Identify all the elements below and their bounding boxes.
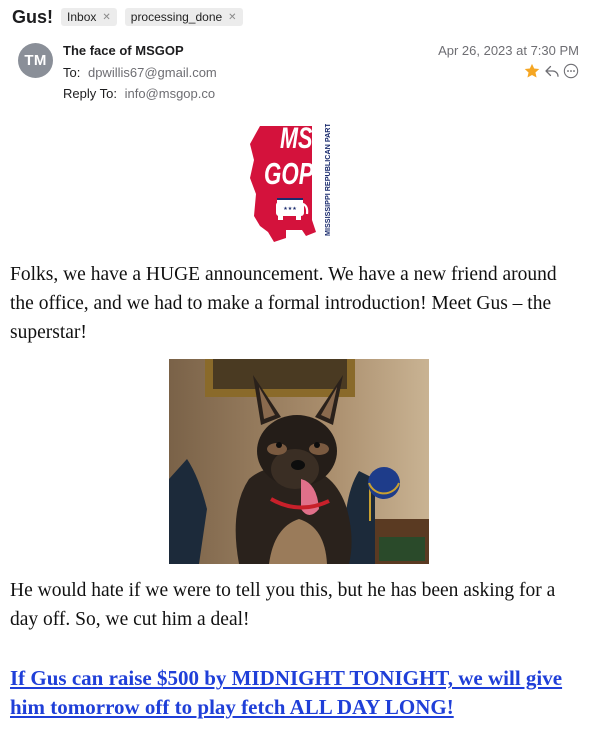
email-subject: Gus!: [12, 7, 54, 27]
tag-label: processing_done: [130, 10, 223, 24]
close-icon[interactable]: ✕: [228, 12, 236, 23]
email-view: Gus! Inbox ✕ processing_done ✕ TM The fa…: [0, 0, 594, 737]
body-paragraph-1: Folks, we have a HUGE announcement. We h…: [10, 264, 557, 343]
email-date: Apr 26, 2023 at 7:30 PM: [438, 43, 579, 58]
tag-label: Inbox: [67, 10, 97, 24]
subject-row: Gus! Inbox ✕ processing_done ✕: [12, 6, 243, 28]
svg-text:★★★: ★★★: [283, 206, 297, 212]
reply-to-line: Reply To: info@msgop.co: [63, 86, 215, 101]
to-address[interactable]: dpwillis67@gmail.com: [88, 65, 217, 80]
logo-text-ms: MS: [280, 122, 313, 155]
logo-text-gop: GOP: [264, 156, 314, 191]
reply-to-label: Reply To:: [63, 86, 117, 101]
donate-link[interactable]: If Gus can raise $500 by MIDNIGHT TONIGH…: [10, 664, 585, 722]
msgop-logo: ★★★ MISSISSIPPI REPUBLICAN PARTY MS GOP: [246, 118, 338, 244]
close-icon[interactable]: ✕: [102, 12, 110, 23]
message-actions: [523, 62, 579, 80]
to-line: To: dpwillis67@gmail.com: [63, 65, 217, 80]
dog-photo: [169, 359, 429, 564]
to-label: To:: [63, 65, 81, 80]
more-options-icon[interactable]: [563, 63, 579, 79]
reply-to-address[interactable]: info@msgop.co: [125, 86, 216, 101]
logo-side-text: MISSISSIPPI REPUBLICAN PARTY: [323, 124, 332, 236]
star-icon[interactable]: [523, 62, 541, 80]
reply-icon[interactable]: [543, 62, 561, 80]
tag-processing-done[interactable]: processing_done ✕: [124, 8, 243, 26]
sender-name[interactable]: The face of MSGOP: [63, 43, 184, 58]
tag-inbox[interactable]: Inbox ✕: [61, 8, 117, 26]
body-paragraph-2: He would hate if we were to tell you thi…: [10, 580, 556, 630]
avatar: TM: [18, 43, 53, 78]
